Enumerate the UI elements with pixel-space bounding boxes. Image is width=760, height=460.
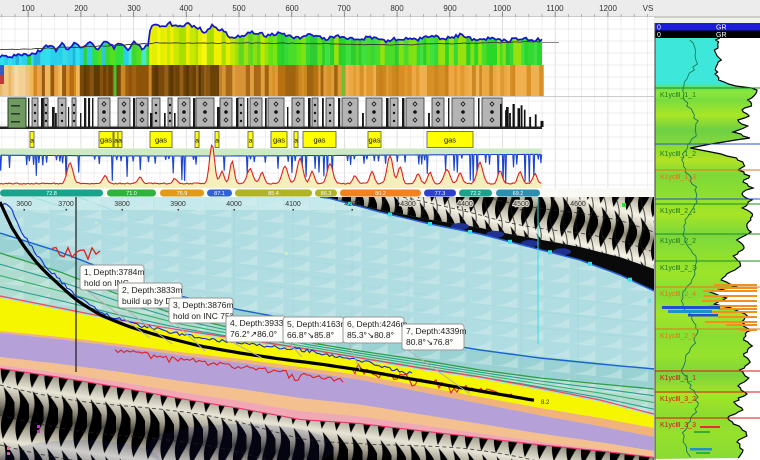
svg-text:4300: 4300 [400,201,416,208]
svg-text:1000: 1000 [493,4,511,13]
svg-text:a: a [118,138,122,145]
svg-text:87.1: 87.1 [214,191,225,197]
svg-text:3900: 3900 [170,201,186,208]
svg-text:K1ycⅢ_1_2: K1ycⅢ_1_2 [660,151,696,158]
svg-text:gas: gas [273,136,285,145]
svg-text:77.3: 77.3 [435,191,446,197]
svg-text:x: x [648,298,652,305]
svg-text:gas: gas [155,136,167,145]
svg-text:K1ycⅢ_2_1: K1ycⅢ_2_1 [660,208,696,215]
svg-text:K1ycⅢ_1_1: K1ycⅢ_1_1 [660,92,696,99]
svg-text:GR: GR [716,32,727,39]
svg-text:4400: 4400 [457,201,473,208]
svg-text:700: 700 [337,4,351,13]
svg-text:400: 400 [179,4,193,13]
svg-text:gas: gas [100,136,112,145]
svg-text:1200: 1200 [599,4,617,13]
svg-text:75.9: 75.9 [177,191,188,197]
svg-text:3800: 3800 [114,201,130,208]
svg-text:K1ycⅢ_2_4: K1ycⅢ_2_4 [660,291,696,298]
svg-text:6, Depth:4246m: 6, Depth:4246m [347,319,407,329]
svg-text:3, Depth:3876m: 3, Depth:3876m [173,300,233,310]
svg-text:66.8°↘85.8°: 66.8°↘85.8° [287,330,334,340]
svg-text:800: 800 [390,4,404,13]
svg-text:2, Depth:3833m: 2, Depth:3833m [122,285,182,295]
svg-text:gas: gas [313,136,325,145]
svg-text:K1ycⅢ_2_3: K1ycⅢ_2_3 [660,265,696,272]
svg-text:86.3: 86.3 [321,191,332,197]
svg-text:80.8°↘76.8°: 80.8°↘76.8° [406,337,453,347]
svg-text:72.8: 72.8 [46,191,57,197]
svg-text:0: 0 [657,25,661,32]
svg-text:4600: 4600 [570,201,586,208]
svg-text:0: 0 [657,32,661,39]
svg-text:500: 500 [232,4,246,13]
svg-text:600: 600 [285,4,299,13]
svg-text:hold on INC 75°: hold on INC 75° [173,311,233,321]
svg-text:VS: VS [643,4,654,13]
svg-text:85.4: 85.4 [268,191,279,197]
svg-text:4100: 4100 [285,201,301,208]
svg-text:85.3°↘80.8°: 85.3°↘80.8° [347,330,394,340]
svg-text:4200: 4200 [344,201,360,208]
svg-text:4, Depth:3933: 4, Depth:3933 [230,318,284,328]
svg-text:1, Depth:3784m: 1, Depth:3784m [84,267,144,277]
svg-text:K1ycⅢ_3_2: K1ycⅢ_3_2 [660,396,696,403]
svg-text:300: 300 [127,4,141,13]
svg-text:K1ycⅢ_2_2: K1ycⅢ_2_2 [660,238,696,245]
svg-text:5, Depth:4163m: 5, Depth:4163m [287,319,347,329]
svg-text:K1ycⅢ_2_5: K1ycⅢ_2_5 [660,333,696,340]
svg-text:7, Depth:4339m: 7, Depth:4339m [406,326,466,336]
svg-text:K1ycⅢ_3_1: K1ycⅢ_3_1 [660,375,696,382]
svg-text:3700: 3700 [58,201,74,208]
svg-text:100: 100 [21,4,35,13]
svg-text:8.2: 8.2 [541,400,550,406]
svg-text:K1ycⅢ_3_3: K1ycⅢ_3_3 [660,422,696,429]
svg-text:K1ycⅢ_1_3: K1ycⅢ_1_3 [660,174,696,181]
svg-text:GR: GR [716,25,727,32]
svg-text:69.2: 69.2 [513,191,524,197]
svg-text:a: a [294,138,298,145]
svg-text:900: 900 [443,4,457,13]
svg-text:71.0: 71.0 [126,191,137,197]
svg-text:1100: 1100 [546,4,564,13]
svg-text:gas: gas [368,136,380,145]
svg-text:a: a [215,138,219,145]
svg-text:72.2: 72.2 [470,191,481,197]
svg-text:4500: 4500 [513,201,529,208]
svg-text:a: a [249,138,253,145]
svg-text:80.2: 80.2 [375,191,386,197]
svg-text:a: a [30,138,34,145]
svg-text:gas: gas [444,136,456,145]
svg-text:76.2°↗86.0°: 76.2°↗86.0° [230,329,277,339]
svg-text:a: a [195,138,199,145]
svg-text:200: 200 [74,4,88,13]
svg-text:4000: 4000 [226,201,242,208]
svg-text:3600: 3600 [16,201,32,208]
